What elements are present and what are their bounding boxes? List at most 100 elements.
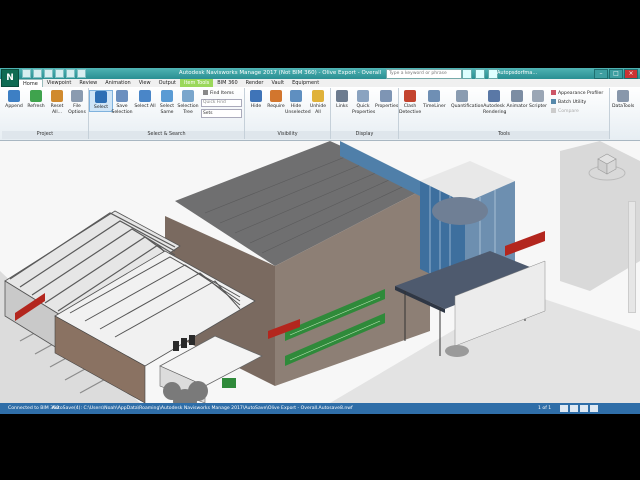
sheet-counter: 1 of 1 [538, 406, 552, 411]
selection-tree-button[interactable]: Selection Tree [177, 90, 199, 115]
tab-bim360[interactable]: BIM 360 [213, 79, 241, 87]
clash-detective-button[interactable]: Clash Detective [399, 90, 421, 115]
user-name[interactable]: Autopsdorfma... [497, 68, 537, 79]
hide-button[interactable]: Hide [245, 90, 267, 110]
quick-access-toolbar [22, 69, 86, 78]
tools-group: Clash Detective TimeLiner Quantification… [399, 88, 610, 139]
close-button[interactable]: × [624, 69, 638, 79]
autodesk-rendering-button[interactable]: Autodesk Rendering [483, 90, 506, 115]
quick-find-input[interactable]: Quick Find [201, 99, 242, 107]
tab-vault[interactable]: Vault [267, 79, 288, 87]
search-input[interactable]: Type a keyword or phrase [386, 69, 462, 79]
group-label-display: Display [331, 131, 398, 139]
quantification-button[interactable]: Quantification [451, 90, 483, 110]
quick-properties-icon [357, 90, 369, 102]
properties-icon [380, 90, 392, 102]
reset-all-button[interactable]: Reset All... [46, 90, 68, 115]
require-icon [270, 90, 282, 102]
redo-icon[interactable] [77, 69, 86, 78]
appearance-icon [551, 90, 556, 95]
status-bar: Connected to BIM 360 AutoSave(4): C:\Use… [0, 403, 640, 414]
save-icon[interactable] [44, 69, 53, 78]
batch-icon [551, 99, 556, 104]
subscription-icon[interactable] [475, 69, 485, 79]
save-selection-icon [116, 90, 128, 102]
datatools-button[interactable]: DataTools [612, 90, 634, 110]
undo-icon[interactable] [66, 69, 75, 78]
tab-render[interactable]: Render [242, 79, 268, 87]
hide-icon [250, 90, 262, 102]
ribbon: Append Refresh Reset All... File Options… [0, 87, 640, 141]
save-selection-button[interactable]: Save Selection [111, 90, 133, 115]
select-same-button[interactable]: Select Same [156, 90, 178, 115]
appearance-profiler-button[interactable]: Appearance Profiler [551, 90, 603, 97]
tab-equipment[interactable]: Equipment [288, 79, 323, 87]
print-icon[interactable] [55, 69, 64, 78]
minimize-button[interactable]: – [594, 69, 608, 79]
tab-viewpoint[interactable]: Viewpoint [43, 79, 76, 87]
binoculars-icon [203, 90, 208, 95]
group-label-visibility: Visibility [245, 131, 330, 139]
append-button[interactable]: Append [3, 90, 25, 110]
tab-review[interactable]: Review [75, 79, 101, 87]
require-button[interactable]: Require [265, 90, 287, 110]
hide-unselected-button[interactable]: Hide Unselected [285, 90, 311, 115]
select-all-icon [139, 90, 151, 102]
tab-animation[interactable]: Animation [101, 79, 135, 87]
reset-icon [51, 90, 63, 102]
group-label-project: Project [2, 131, 88, 139]
timeliner-icon [428, 90, 440, 102]
batch-utility-button[interactable]: Batch Utility [551, 99, 586, 106]
compare-button[interactable]: Compare [551, 108, 579, 115]
group-label-tools: Tools [399, 131, 609, 139]
navigation-bar[interactable] [628, 201, 636, 313]
append-icon [8, 90, 20, 102]
quantification-icon [456, 90, 468, 102]
link-icon [336, 90, 348, 102]
navisworks-window: Autodesk Navisworks Manage 2017 (Not BIM… [0, 68, 640, 414]
performance-icon[interactable] [590, 405, 598, 412]
tab-output[interactable]: Output [155, 79, 180, 87]
viewcube-icon[interactable] [588, 149, 626, 181]
scene-viewport[interactable] [0, 141, 640, 403]
compare-icon [551, 108, 556, 113]
selection-tree-icon [182, 90, 194, 102]
window-title: Autodesk Navisworks Manage 2017 (Not BIM… [178, 70, 382, 76]
rendering-icon [488, 90, 500, 102]
pencil-icon[interactable] [570, 405, 578, 412]
tab-view[interactable]: View [135, 79, 155, 87]
sets-dropdown[interactable]: Sets [201, 109, 242, 118]
clash-detective-icon [404, 90, 416, 102]
file-options-icon [71, 90, 83, 102]
links-button[interactable]: Links [331, 90, 353, 110]
tab-home[interactable]: Home [18, 79, 43, 87]
maximize-button[interactable]: □ [609, 69, 623, 79]
select-all-button[interactable]: Select All [134, 90, 156, 110]
datatools-icon [617, 90, 629, 102]
visibility-group: Hide Require Hide Unselected Unhide All … [245, 88, 331, 139]
animator-button[interactable]: Animator [506, 90, 528, 110]
select-same-icon [161, 90, 173, 102]
scripter-button[interactable]: Scripter [527, 90, 549, 110]
sheet-browser-icon[interactable] [560, 405, 568, 412]
select-button[interactable]: Select [89, 90, 113, 112]
new-icon[interactable] [22, 69, 31, 78]
refresh-button[interactable]: Refresh [25, 90, 47, 110]
find-items-button[interactable]: Find Items [203, 90, 234, 97]
quick-properties-button[interactable]: Quick Properties [352, 90, 375, 115]
unhide-all-button[interactable]: Unhide All [307, 90, 329, 115]
open-icon[interactable] [33, 69, 42, 78]
timeliner-button[interactable]: TimeLiner [423, 90, 446, 110]
hide-unselected-icon [290, 90, 302, 102]
scripter-icon [532, 90, 544, 102]
group-label-select-search: Select & Search [89, 131, 244, 139]
tab-item-tools[interactable]: Item Tools [179, 79, 214, 87]
application-button[interactable]: N [1, 69, 19, 87]
autosave-path: AutoSave(4): C:\Users\Noah\AppData\Roami… [52, 406, 353, 411]
memory-icon[interactable] [580, 405, 588, 412]
properties-button[interactable]: Properties [375, 90, 398, 110]
binoculars-icon[interactable] [462, 69, 472, 79]
select-search-group: Select Save Selection Select All Select … [89, 88, 245, 139]
file-options-button[interactable]: File Options [66, 90, 88, 115]
building-model [0, 141, 640, 403]
